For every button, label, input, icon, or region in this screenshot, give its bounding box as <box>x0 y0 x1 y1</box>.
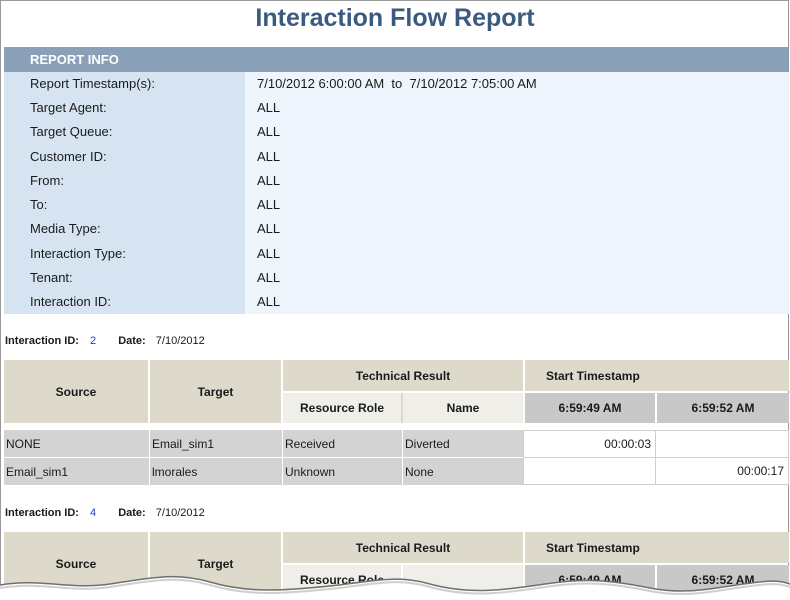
report-info-panel: REPORT INFO Report Timestamp(s): 7/10/20… <box>4 47 789 314</box>
cell-timestamp-2: 00:00:17 <box>655 457 789 485</box>
interaction-header: Interaction ID: 2 Date: 7/10/2012 <box>5 335 205 347</box>
report-info-row: From: ALL <box>4 169 789 193</box>
interaction-id-label: Interaction ID: <box>5 335 79 347</box>
col-header-name: Name <box>403 393 523 423</box>
cell-source: NONE <box>4 430 149 457</box>
col-header-timestamp-2: 6:59:52 AM <box>657 393 789 423</box>
date-value: 7/10/2012 <box>155 507 205 519</box>
col-header-source: Source <box>4 360 148 423</box>
info-label: Target Agent: <box>30 100 107 115</box>
info-label: Report Timestamp(s): <box>30 76 155 91</box>
interaction-table: Source Target Technical Result Start Tim… <box>4 360 789 487</box>
interaction-id-link[interactable]: 2 <box>90 335 96 347</box>
info-label: Target Queue: <box>30 124 113 139</box>
cell-source: Email_sim1 <box>4 458 149 485</box>
report-info-row: Interaction Type: ALL <box>4 242 789 266</box>
info-value: ALL <box>257 173 281 188</box>
torn-edge <box>0 575 790 600</box>
cell-resource-role: Unknown <box>283 458 402 485</box>
report-info-row: To: ALL <box>4 193 789 217</box>
info-value: ALL <box>257 197 281 212</box>
info-label: To: <box>30 197 48 212</box>
date-value: 7/10/2012 <box>155 335 205 347</box>
info-label: From: <box>30 173 64 188</box>
info-value: ALL <box>257 294 281 309</box>
date-label: Date: <box>118 507 146 519</box>
info-label: Media Type: <box>30 221 101 236</box>
info-value: ALL <box>257 149 281 164</box>
col-header-timestamp-1: 6:59:49 AM <box>525 393 655 423</box>
report-info-row: Customer ID: ALL <box>4 145 789 169</box>
info-label: Interaction Type: <box>30 246 126 261</box>
col-header-technical-result: Technical Result <box>283 360 523 391</box>
info-value: ALL <box>257 246 281 261</box>
info-value: ALL <box>257 270 281 285</box>
cell-target: lmorales <box>150 458 282 485</box>
info-value: ALL <box>257 221 281 236</box>
report-info-row: Target Agent: ALL <box>4 96 789 120</box>
col-header-technical-result: Technical Result <box>283 532 523 563</box>
info-label: Interaction ID: <box>30 294 111 309</box>
date-label: Date: <box>118 335 146 347</box>
info-value: 7/10/2012 6:00:00 AM to 7/10/2012 7:05:0… <box>257 76 537 91</box>
report-info-body: Report Timestamp(s): 7/10/2012 6:00:00 A… <box>4 72 789 314</box>
cell-target: Email_sim1 <box>150 430 282 457</box>
cell-timestamp-1 <box>523 457 656 485</box>
interaction-header: Interaction ID: 4 Date: 7/10/2012 <box>5 507 205 519</box>
col-header-start-timestamp: Start Timestamp <box>525 532 789 563</box>
col-header-resource-role: Resource Role <box>283 393 401 423</box>
col-header-target: Target <box>150 360 281 423</box>
cell-timestamp-1: 00:00:03 <box>523 430 656 458</box>
report-info-header: REPORT INFO <box>4 47 789 72</box>
info-value: ALL <box>257 124 281 139</box>
cell-name: None <box>403 458 524 485</box>
interaction-id-label: Interaction ID: <box>5 507 79 519</box>
info-label: Tenant: <box>30 270 73 285</box>
report-info-row: Media Type: ALL <box>4 217 789 241</box>
info-label: Customer ID: <box>30 149 107 164</box>
interaction-id-link[interactable]: 4 <box>90 507 96 519</box>
report-title: Interaction Flow Report <box>255 4 535 32</box>
report-info-row: Tenant: ALL <box>4 266 789 290</box>
cell-timestamp-2 <box>655 430 789 458</box>
col-header-start-timestamp: Start Timestamp <box>525 360 789 391</box>
info-value: ALL <box>257 100 281 115</box>
report-info-row: Report Timestamp(s): 7/10/2012 6:00:00 A… <box>4 72 789 96</box>
cell-resource-role: Received <box>283 430 402 457</box>
report-info-row: Interaction ID: ALL <box>4 290 789 314</box>
report-info-row: Target Queue: ALL <box>4 120 789 144</box>
cell-name: Diverted <box>403 430 524 457</box>
